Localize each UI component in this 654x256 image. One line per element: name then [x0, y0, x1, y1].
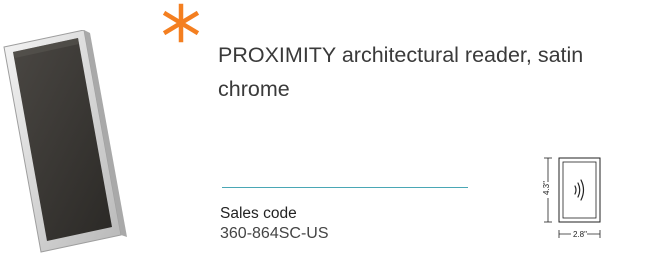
asterisk-icon [162, 3, 200, 43]
product-title: PROXIMITY architectural reader, satin ch… [218, 43, 584, 101]
dimension-diagram: 4.3" 2.8" [540, 157, 601, 239]
width-dimension-label: 2.8" [573, 230, 587, 239]
sales-code-value: 360-864SC-US [220, 225, 329, 242]
divider [222, 187, 468, 188]
sales-code-label: Sales code [220, 205, 297, 222]
height-dimension-label: 4.3" [542, 181, 551, 195]
product-image [3, 30, 127, 253]
